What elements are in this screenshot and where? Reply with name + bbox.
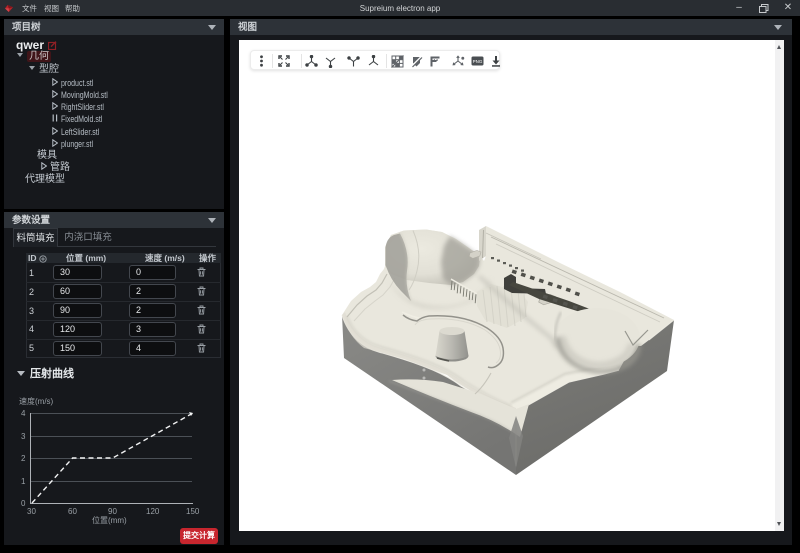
svg-text:PNG: PNG [473,59,483,64]
